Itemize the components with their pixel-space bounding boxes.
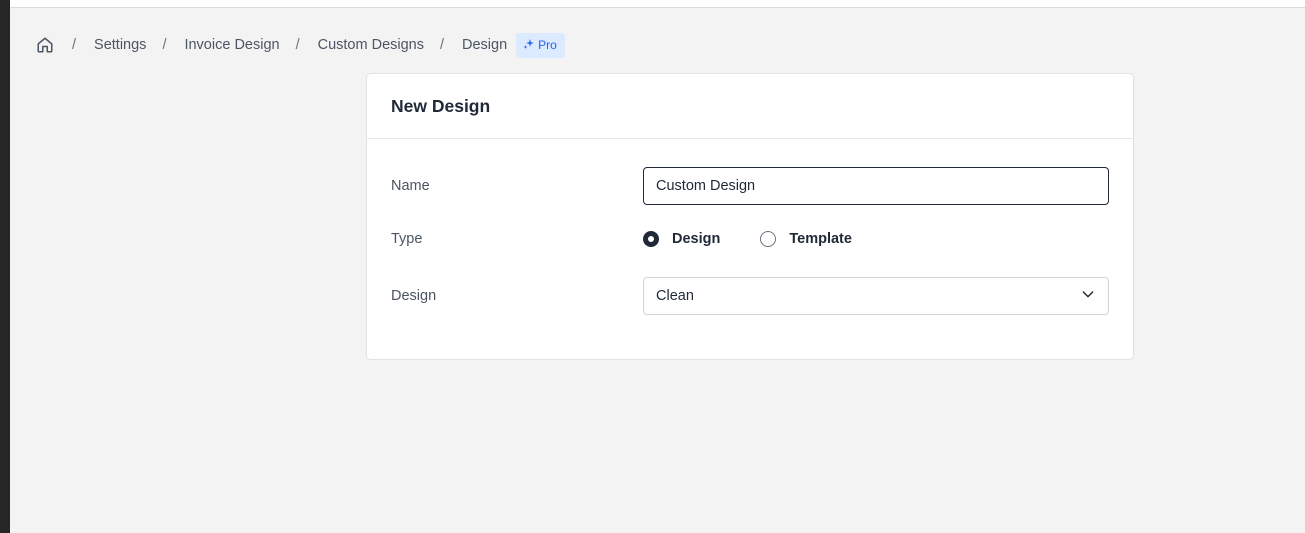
type-option-template-label: Template [789,231,852,247]
breadcrumb-design[interactable]: Design [462,37,507,53]
type-option-design[interactable]: Design [643,231,720,247]
design-select-value: Clean [656,288,694,304]
design-label: Design [391,288,437,304]
design-row: Design Clean [391,277,1109,315]
type-row: Type Design Template [391,229,1109,249]
sidebar-edge [0,0,10,533]
name-label: Name [391,178,430,194]
breadcrumb: / Settings / Invoice Design / Custom Des… [34,32,565,58]
sparkle-icon [523,38,535,53]
card-title: New Design [391,95,491,116]
breadcrumb-custom-designs[interactable]: Custom Designs [318,37,424,53]
name-row: Name [391,167,1109,205]
pro-badge: Pro [516,32,565,58]
radio-checked-icon[interactable] [643,231,659,247]
type-option-template[interactable]: Template [760,231,852,247]
design-select[interactable]: Clean [643,277,1109,315]
breadcrumb-invoice-design[interactable]: Invoice Design [184,37,279,53]
new-design-card: New Design Name Type Design Template Des… [366,73,1134,360]
pro-badge-label: Pro [538,38,557,52]
chevron-down-icon [1080,286,1096,306]
radio-unchecked-icon[interactable] [760,231,777,247]
type-label: Type [391,231,423,247]
type-option-design-label: Design [672,231,721,247]
name-input[interactable] [643,167,1109,205]
home-icon[interactable] [34,34,56,56]
type-radio-group: Design Template [643,231,892,247]
breadcrumb-separator: / [72,37,77,53]
breadcrumb-separator: / [295,37,300,53]
top-bar [10,0,1305,8]
card-header: New Design [367,74,1133,139]
breadcrumb-settings[interactable]: Settings [94,37,146,53]
breadcrumb-separator: / [162,37,167,53]
breadcrumb-separator: / [439,37,445,53]
